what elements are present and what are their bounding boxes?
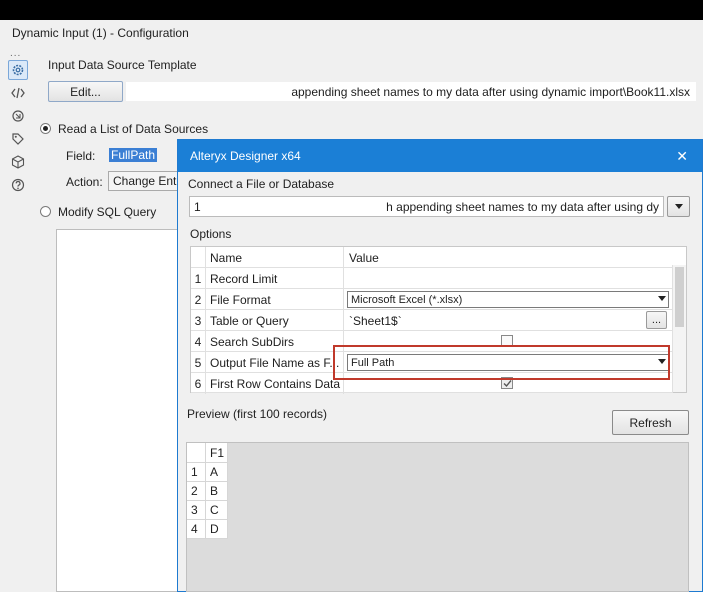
column-header-name: Name [206,247,344,268]
dialog-title: Alteryx Designer x64 [190,149,301,163]
header-num-cell [191,247,206,268]
preview-label: Preview (first 100 records) [187,407,328,421]
modify-sql-radio[interactable] [40,206,51,217]
file-format-select[interactable]: Microsoft Excel (*.xlsx) [347,291,669,308]
table-query-value[interactable]: `Sheet1$` [345,310,640,331]
template-label: Input Data Source Template [48,58,197,72]
options-label: Options [190,227,232,241]
refresh-button[interactable]: Refresh [612,410,689,435]
option-num: 2 [191,289,206,310]
field-select-value: FullPath [109,147,158,162]
connect-input-end: h appending sheet names to my data after… [386,199,659,214]
preview-row-num: 3 [187,501,206,520]
close-icon[interactable]: ✕ [676,148,688,165]
preview-corner [187,443,206,463]
template-path-field[interactable]: appending sheet names to my data after u… [126,82,696,101]
option-num: 3 [191,310,206,331]
preview-row-num: 1 [187,463,206,482]
connect-input-start: 1 [194,199,201,214]
option-name: File Format [206,289,344,310]
options-header: Name Value [191,247,673,268]
cube-icon[interactable] [8,152,28,172]
preview-row-num: 2 [187,482,206,501]
option-name: Record Limit [206,268,344,289]
sql-list-box[interactable] [56,229,182,592]
option-num: 5 [191,352,206,373]
preview-cell[interactable]: C [206,501,228,520]
chevron-down-icon [658,296,666,301]
highlight-annotation-box [333,345,670,380]
file-format-value: Microsoft Excel (*.xlsx) [351,293,463,306]
panel-title: Dynamic Input (1) - Configuration [12,26,189,40]
action-select[interactable]: Change Entir [108,171,178,191]
connect-input[interactable]: 1 h appending sheet names to my data aft… [189,196,664,217]
read-list-radio[interactable] [40,123,51,134]
scrollbar-thumb[interactable] [675,267,684,327]
gear-icon[interactable] [8,60,28,80]
connect-dropdown-button[interactable] [667,196,690,217]
template-path-text: appending sheet names to my data after u… [291,84,690,99]
preview-table-area: F1 1 A 2 B 3 C 4 D [186,442,689,592]
option-row[interactable]: 2 File Format Microsoft Excel (*.xlsx) [191,289,673,310]
preview-row-num: 4 [187,520,206,539]
top-black-bar [0,0,703,20]
option-row[interactable]: 1 Record Limit [191,268,673,289]
help-icon[interactable] [8,175,28,195]
options-scrollbar[interactable] [672,265,686,392]
option-num: 4 [191,331,206,352]
modify-sql-label: Modify SQL Query [58,205,157,219]
connect-label: Connect a File or Database [188,177,335,191]
edit-button[interactable]: Edit... [48,81,123,102]
action-label: Action: [66,175,103,189]
preview-cell[interactable]: D [206,520,228,539]
option-num: 6 [191,373,206,394]
rail-more-dots[interactable]: ... [10,48,21,59]
preview-cell[interactable]: A [206,463,228,482]
field-label: Field: [66,149,96,163]
option-num: 1 [191,268,206,289]
option-name: Table or Query [206,310,344,331]
option-row[interactable]: 3 Table or Query `Sheet1$` ... [191,310,673,331]
field-select[interactable]: FullPath [109,145,179,164]
connection-icon[interactable] [8,106,28,126]
option-name: First Row Contains Data [206,373,344,394]
action-select-value: Change Entir [113,174,178,188]
preview-cell[interactable]: B [206,482,228,501]
preview-header-f1: F1 [206,443,228,463]
table-query-browse-button[interactable]: ... [646,311,667,329]
chevron-down-icon [674,204,683,209]
tag-icon[interactable] [8,129,28,149]
read-list-label: Read a List of Data Sources [58,122,209,136]
code-icon[interactable] [8,83,28,103]
column-header-value: Value [349,250,379,265]
option-name: Search SubDirs [206,331,344,352]
dialog-title-bar: Alteryx Designer x64 ✕ [178,140,702,172]
option-name: Output File Name as F... [206,352,344,373]
option-value-empty[interactable] [345,268,673,289]
